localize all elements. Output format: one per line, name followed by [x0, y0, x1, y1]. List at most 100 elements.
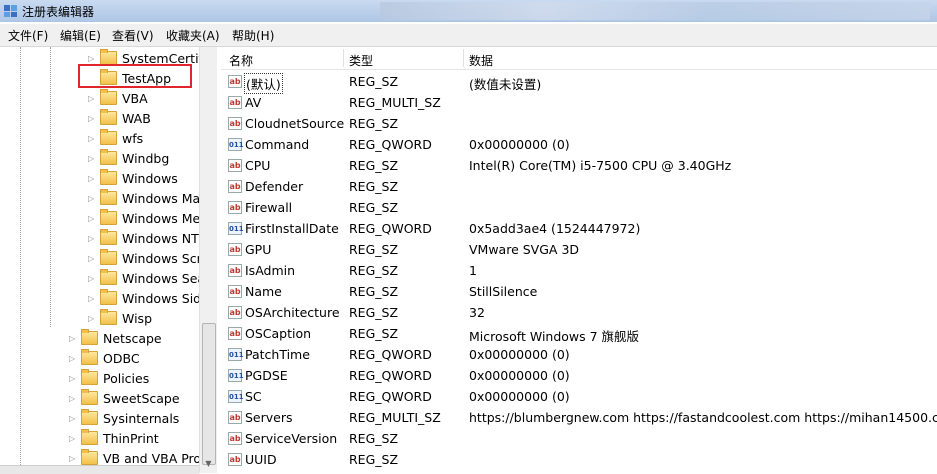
menu-view[interactable]: 查看(V) [112, 27, 154, 44]
value-row[interactable]: ab (默认) REG_SZ (数值未设置) [221, 71, 937, 94]
expand-arrow-icon[interactable]: ▷ [88, 314, 98, 323]
tree-node-label: Windows Me [122, 210, 201, 226]
tree-node-label: Windbg [122, 150, 170, 166]
menu-file[interactable]: 文件(F) [8, 27, 48, 44]
value-data: https://blumbergnew.com https://fastandc… [469, 410, 937, 425]
expand-arrow-icon[interactable]: ▷ [88, 114, 98, 123]
tree-node-5[interactable]: ▷ Windbg [88, 149, 169, 167]
column-name[interactable]: 名称 [229, 52, 253, 69]
tree-node-10[interactable]: ▷ Windows Scr [88, 249, 202, 267]
value-row[interactable]: ab ServiceVersion REG_SZ [221, 428, 937, 449]
value-row[interactable]: ab CloudnetSource REG_SZ [221, 113, 937, 134]
expand-arrow-icon[interactable]: ▷ [69, 414, 79, 423]
folder-icon [100, 309, 117, 325]
selection-highlight [78, 64, 192, 88]
expand-arrow-icon[interactable]: ▷ [88, 254, 98, 263]
menu-help[interactable]: 帮助(H) [232, 27, 274, 44]
scrollbar-thumb[interactable] [202, 323, 216, 465]
expand-arrow-icon[interactable]: ▷ [88, 214, 98, 223]
value-row[interactable]: 011 SC REG_QWORD 0x00000000 (0) [221, 386, 937, 407]
tree-node-label: WAB [122, 110, 151, 126]
expand-arrow-icon[interactable]: ▷ [88, 294, 98, 303]
folder-icon [81, 349, 98, 365]
string-value-icon: ab [228, 117, 242, 130]
expand-arrow-icon[interactable]: ▷ [69, 434, 79, 443]
tree-node-11[interactable]: ▷ Windows Sea [88, 269, 205, 287]
tree-node-3[interactable]: ▷ WAB [88, 109, 151, 127]
tree-parent-node-5[interactable]: ▷ ThinPrint [69, 429, 159, 447]
value-type: REG_SZ [349, 200, 399, 215]
value-name: ServiceVersion [245, 431, 338, 446]
column-separator[interactable] [343, 49, 344, 67]
scroll-down-icon[interactable]: ▼ [200, 459, 217, 473]
tree-parent-node-1[interactable]: ▷ ODBC [69, 349, 140, 367]
tree-parent-node-3[interactable]: ▷ SweetScape [69, 389, 180, 407]
tree-node-label: Windows Scr [122, 250, 202, 266]
value-name: Command [245, 137, 310, 152]
value-row[interactable]: ab GPU REG_SZ VMware SVGA 3D [221, 239, 937, 260]
tree-node-6[interactable]: ▷ Windows [88, 169, 178, 187]
expand-arrow-icon[interactable]: ▷ [69, 354, 79, 363]
menu-edit[interactable]: 编辑(E) [60, 27, 101, 44]
value-data: Microsoft Windows 7 旗舰版 [469, 329, 640, 344]
expand-arrow-icon[interactable]: ▷ [88, 274, 98, 283]
tree-parent-node-0[interactable]: ▷ Netscape [69, 329, 162, 347]
expand-arrow-icon[interactable]: ▷ [88, 174, 98, 183]
expand-arrow-icon[interactable]: ▷ [88, 234, 98, 243]
value-row[interactable]: 011 PGDSE REG_QWORD 0x00000000 (0) [221, 365, 937, 386]
folder-icon [100, 189, 117, 205]
value-row[interactable]: ab UUID REG_SZ [221, 449, 937, 470]
folder-icon [100, 129, 117, 145]
string-value-icon: ab [228, 96, 242, 109]
value-row[interactable]: 011 FirstInstallDate REG_QWORD 0x5add3ae4 (… [221, 218, 937, 239]
expand-arrow-icon[interactable]: ▷ [69, 454, 79, 463]
column-data[interactable]: 数据 [469, 52, 493, 69]
folder-icon [100, 209, 117, 225]
tree-node-7[interactable]: ▷ Windows Ma [88, 189, 200, 207]
folder-icon [100, 109, 117, 125]
value-type: REG_SZ [349, 179, 399, 194]
expand-arrow-icon[interactable]: ▷ [88, 54, 98, 63]
tree-node-9[interactable]: ▷ Windows NT [88, 229, 199, 247]
tree-node-2[interactable]: ▷ VBA [88, 89, 148, 107]
value-row[interactable]: 011 Command REG_QWORD 0x00000000 (0) [221, 134, 937, 155]
string-value-icon: ab [228, 453, 242, 466]
expand-arrow-icon[interactable]: ▷ [88, 134, 98, 143]
value-row[interactable]: ab Servers REG_MULTI_SZ https://blumbergnew… [221, 407, 937, 428]
value-row[interactable]: ab Name REG_SZ StillSilence [221, 281, 937, 302]
tree-parent-node-2[interactable]: ▷ Policies [69, 369, 149, 387]
tree-node-8[interactable]: ▷ Windows Me [88, 209, 200, 227]
value-row[interactable]: 011 PatchTime REG_QWORD 0x00000000 (0) [221, 344, 937, 365]
value-row[interactable]: ab Firewall REG_SZ [221, 197, 937, 218]
string-value-icon: ab [228, 264, 242, 277]
folder-icon [81, 409, 98, 425]
value-row[interactable]: ab IsAdmin REG_SZ 1 [221, 260, 937, 281]
expand-arrow-icon[interactable]: ▷ [69, 394, 79, 403]
value-row[interactable]: ab OSCaption REG_SZ Microsoft Windows 7 旗舰版 [221, 323, 937, 344]
binary-value-icon: 011 [228, 222, 244, 235]
expand-arrow-icon[interactable]: ▷ [88, 154, 98, 163]
expand-arrow-icon[interactable]: ▷ [69, 334, 79, 343]
binary-value-icon: 011 [228, 369, 244, 382]
value-row[interactable]: ab CPU REG_SZ Intel(R) Core(TM) i5-7500 CPU… [221, 155, 937, 176]
value-data: 1 [469, 263, 477, 278]
value-data: 32 [469, 305, 485, 320]
column-separator[interactable] [463, 49, 464, 67]
folder-icon [100, 149, 117, 165]
values-list[interactable]: 名称 类型 数据 ab (默认) REG_SZ (数值未设置) ab AV REG_MULT… [221, 47, 937, 473]
column-type[interactable]: 类型 [349, 52, 373, 69]
blurred-region [380, 2, 930, 20]
expand-arrow-icon[interactable]: ▷ [88, 194, 98, 203]
tree-parent-node-4[interactable]: ▷ Sysinternals [69, 409, 179, 427]
tree-vertical-scrollbar[interactable]: ▼ [199, 47, 217, 473]
key-tree[interactable]: ▷ SystemCertifi TestApp ▷ VBA ▷ WAB ▷ wfs ▷ Windbg… [0, 47, 217, 473]
tree-node-4[interactable]: ▷ wfs [88, 129, 143, 147]
tree-node-13[interactable]: ▷ Wisp [88, 309, 152, 327]
menu-favorites[interactable]: 收藏夹(A) [166, 27, 220, 44]
expand-arrow-icon[interactable]: ▷ [88, 94, 98, 103]
value-row[interactable]: ab OSArchitecture REG_SZ 32 [221, 302, 937, 323]
expand-arrow-icon[interactable]: ▷ [69, 374, 79, 383]
tree-node-12[interactable]: ▷ Windows Sid [88, 289, 201, 307]
value-row[interactable]: ab Defender REG_SZ [221, 176, 937, 197]
value-row[interactable]: ab AV REG_MULTI_SZ [221, 92, 937, 113]
